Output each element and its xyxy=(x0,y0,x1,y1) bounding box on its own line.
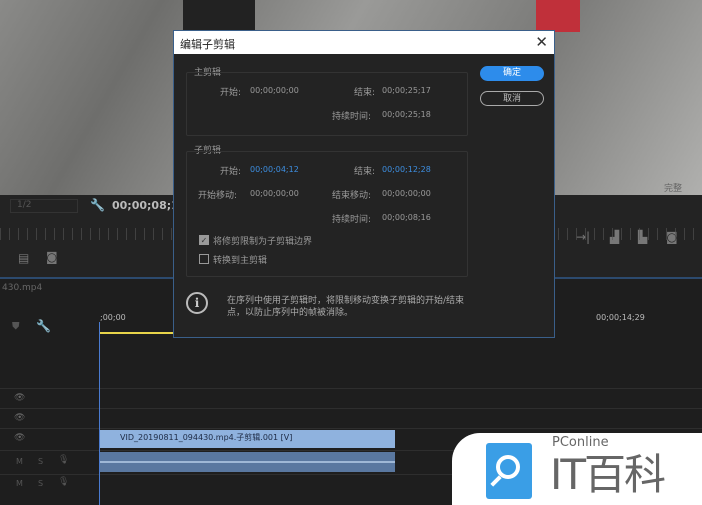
info-icon: i xyxy=(186,292,208,314)
eye-icon[interactable]: 👁 xyxy=(14,393,25,403)
label: 持续时间: xyxy=(332,112,372,122)
solo-button[interactable]: S xyxy=(38,457,43,466)
work-area-bar[interactable] xyxy=(100,332,175,334)
cancel-button[interactable]: 取消 xyxy=(480,91,544,106)
dialog-title: 编辑子剪辑 xyxy=(180,38,235,51)
wrench-icon[interactable]: 🔧 xyxy=(36,319,51,333)
master-end: 00;00;25;17 xyxy=(382,86,431,95)
pconline-logo: PConline IT百科 xyxy=(452,433,702,505)
label: 开始: xyxy=(220,88,242,98)
edit-subclip-dialog: 编辑子剪辑 ✕ 主剪辑 开始: 00;00;00;00 结束: 00;00;25;… xyxy=(173,30,555,338)
label: 持续时间: xyxy=(332,215,372,225)
export-frame-icon[interactable]: ▤ xyxy=(18,251,29,265)
track-divider xyxy=(0,408,702,409)
label: 结束: xyxy=(354,167,376,177)
logo-brand: PConline xyxy=(552,435,609,450)
playhead[interactable] xyxy=(99,322,100,505)
mic-icon[interactable]: 🎙 xyxy=(58,477,69,487)
ruler-start: ;00;00 xyxy=(100,313,126,322)
restrict-trim-checkbox[interactable]: ✓ xyxy=(199,235,209,245)
audio-clip[interactable] xyxy=(100,452,395,472)
sequence-tab[interactable]: 430.mp4 xyxy=(2,283,42,293)
eye-icon[interactable]: 👁 xyxy=(14,413,25,423)
sub-duration: 00;00;08;16 xyxy=(382,213,431,222)
dialog-titlebar: 编辑子剪辑 ✕ xyxy=(174,31,554,54)
end-shift: 00;00;00;00 xyxy=(382,189,431,198)
magnifier-icon xyxy=(486,443,532,499)
snap-icon[interactable]: ⛊ xyxy=(12,321,20,332)
mic-icon[interactable]: 🎙 xyxy=(58,455,69,465)
master-duration: 00;00;25;18 xyxy=(382,110,431,119)
zoom-select[interactable]: 1/2 xyxy=(10,199,78,213)
eye-icon[interactable]: 👁 xyxy=(14,433,25,443)
logo-name: IT百科 xyxy=(550,450,666,499)
solo-button[interactable]: S xyxy=(38,479,43,488)
mute-button[interactable]: M xyxy=(16,457,23,466)
ruler-mark: 00;00;14;29 xyxy=(596,313,645,322)
label: 结束: xyxy=(354,88,376,98)
track-divider xyxy=(0,428,702,429)
label: 结束移动: xyxy=(332,191,372,201)
mute-button[interactable]: M xyxy=(16,479,23,488)
label: 开始: xyxy=(220,167,242,177)
label: 开始移动: xyxy=(198,191,238,201)
sub-start-input[interactable]: 00;00;04;12 xyxy=(250,165,299,174)
start-shift: 00;00;00;00 xyxy=(250,189,299,198)
restrict-trim-label: 将修剪限制为子剪辑边界 xyxy=(213,237,313,247)
wrench-icon[interactable]: 🔧 xyxy=(90,198,105,212)
track-divider xyxy=(0,388,702,389)
close-icon[interactable]: ✕ xyxy=(535,33,548,51)
info-text-2: 点，以防止序列中的帧被消除。 xyxy=(227,308,354,318)
clip-name: VID_20190811_094430.mp4.子剪辑.001 [V] xyxy=(120,433,293,442)
convert-master-label: 转换到主剪辑 xyxy=(213,256,268,266)
sub-end-input[interactable]: 00;00;12;28 xyxy=(382,165,431,174)
master-start: 00;00;00;00 xyxy=(250,86,299,95)
camera-icon[interactable]: ◙ xyxy=(46,250,58,264)
convert-master-checkbox[interactable] xyxy=(199,254,209,264)
ok-button[interactable]: 确定 xyxy=(480,66,544,81)
video-clip[interactable]: VID_20190811_094430.mp4.子剪辑.001 [V] xyxy=(100,430,395,448)
master-group xyxy=(186,72,468,136)
full-label[interactable]: 完整 xyxy=(664,181,682,194)
